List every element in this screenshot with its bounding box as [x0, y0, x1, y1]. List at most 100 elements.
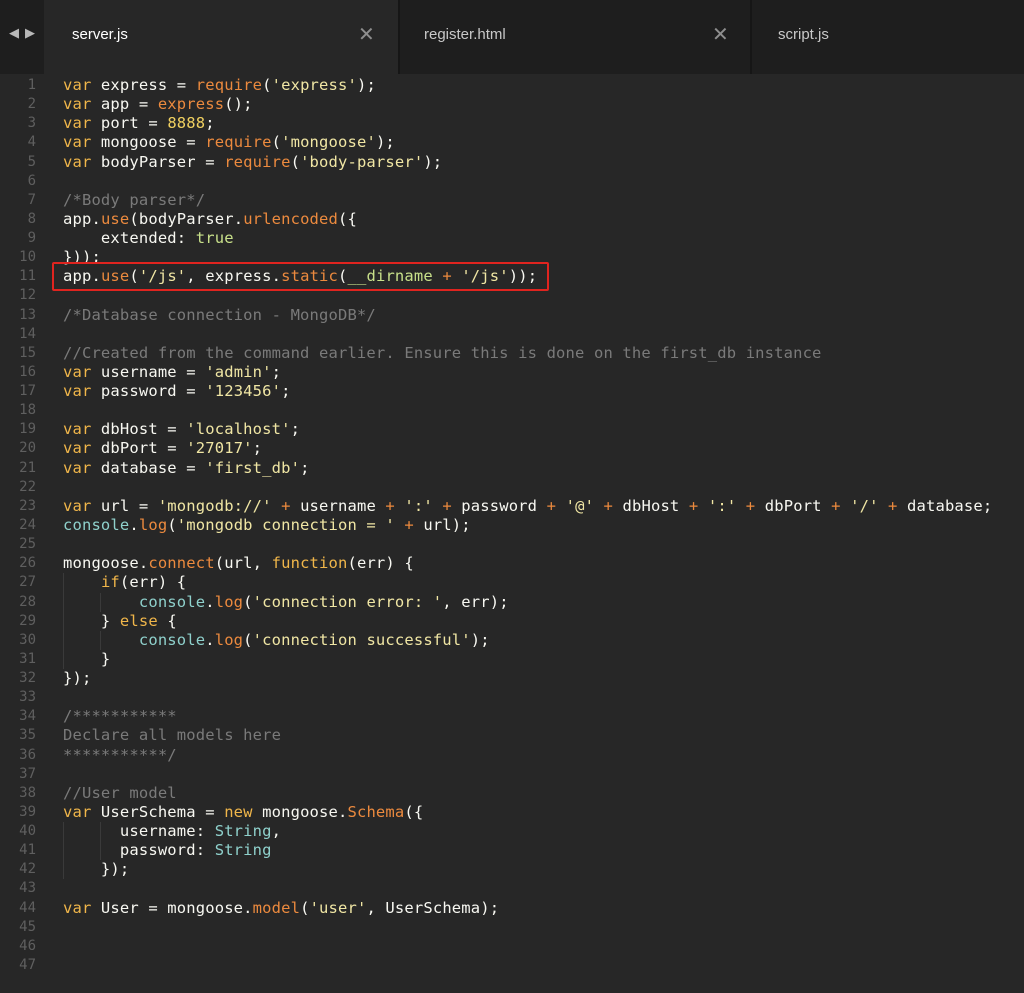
code-line[interactable]: 31 } [0, 650, 1024, 669]
line-number: 26 [19, 555, 36, 572]
code-line[interactable]: 22 [0, 478, 1024, 497]
code-line[interactable]: 30 console.log('connection successful'); [0, 631, 1024, 650]
code-line[interactable]: 7 /*Body parser*/ [0, 191, 1024, 210]
tab-label: register.html [424, 26, 506, 43]
code-line[interactable]: 41 password: String [0, 841, 1024, 860]
line-number: 37 [19, 765, 36, 782]
code-text: var app = express(); [63, 95, 253, 114]
indent-guide [63, 822, 64, 880]
line-number: 47 [19, 956, 36, 973]
line-number: 14 [19, 325, 36, 342]
code-line[interactable]: 16 var username = 'admin'; [0, 363, 1024, 382]
code-line[interactable]: 19 var dbHost = 'localhost'; [0, 420, 1024, 439]
line-number: 32 [19, 670, 36, 687]
code-line[interactable]: 20 var dbPort = '27017'; [0, 439, 1024, 458]
tab-register-html[interactable]: register.html ✕ [400, 0, 750, 74]
code-line[interactable]: 27 if(err) { [0, 573, 1024, 592]
line-number: 9 [27, 230, 36, 247]
line-number: 34 [19, 708, 36, 725]
code-line[interactable]: 21 var database = 'first_db'; [0, 459, 1024, 478]
code-text: ***********/ [63, 745, 177, 764]
code-line[interactable]: 32}); [0, 669, 1024, 688]
code-line[interactable]: 26 mongoose.connect(url, function(err) { [0, 554, 1024, 573]
code-text: console.log('connection error: ', err); [138, 592, 509, 611]
code-line[interactable]: 33 [0, 688, 1024, 707]
code-line[interactable]: 6 [0, 172, 1024, 191]
code-line[interactable]: 24 console.log('mongodb connection = ' + … [0, 516, 1024, 535]
close-icon[interactable]: ✕ [358, 23, 375, 45]
line-number: 11 [19, 268, 36, 285]
line-number: 15 [19, 344, 36, 361]
code-line[interactable]: 47 [0, 956, 1024, 975]
code-line[interactable]: 44 var User = mongoose.model('user', User… [0, 899, 1024, 918]
line-number: 28 [19, 593, 36, 610]
line-number: 38 [19, 784, 36, 801]
code-line[interactable]: 38 //User model [0, 784, 1024, 803]
tab-server-js[interactable]: server.js ✕ [44, 0, 398, 74]
line-number: 16 [19, 363, 36, 380]
code-line[interactable]: 14 [0, 325, 1024, 344]
line-number: 1 [27, 77, 36, 93]
line-number: 21 [19, 459, 36, 476]
code-line[interactable]: 3 var port = 8888; [0, 114, 1024, 133]
code-text: /*Database connection - MongoDB*/ [63, 305, 376, 324]
code-line[interactable]: 4 var mongoose = require('mongoose'); [0, 133, 1024, 152]
line-number: 7 [27, 191, 36, 208]
tab-script-js[interactable]: script.js [752, 0, 1024, 74]
line-number: 18 [19, 402, 36, 419]
line-number: 46 [19, 937, 36, 954]
tab-back-icon[interactable]: ◀ [9, 26, 19, 42]
code-text: //User model [63, 783, 177, 802]
code-line[interactable]: 40 username: String, [0, 822, 1024, 841]
code-line[interactable]: 13 /*Database connection - MongoDB*/ [0, 306, 1024, 325]
line-number: 31 [19, 650, 36, 667]
code-text: var dbHost = 'localhost'; [63, 420, 301, 439]
line-number: 33 [19, 689, 36, 706]
code-line[interactable]: 8 app.use(bodyParser.urlencoded({ [0, 210, 1024, 229]
line-number: 25 [19, 536, 36, 553]
code-line[interactable]: 5 var bodyParser = require('body-parser')… [0, 153, 1024, 172]
code-line[interactable]: 39 var UserSchema = new mongoose.Schema({ [0, 803, 1024, 822]
line-number: 8 [27, 210, 36, 227]
code-line[interactable]: 23 var url = 'mongodb://' + username + ':… [0, 497, 1024, 516]
code-line[interactable]: 34 /*********** [0, 707, 1024, 726]
code-line[interactable]: 45 [0, 918, 1024, 937]
line-number: 27 [19, 574, 36, 591]
code-text: } [63, 649, 111, 668]
code-line[interactable]: 36 ***********/ [0, 746, 1024, 765]
line-number: 30 [19, 631, 36, 648]
code-text: var database = 'first_db'; [63, 458, 310, 477]
code-text: var username = 'admin'; [63, 362, 282, 381]
code-text: app.use(bodyParser.urlencoded({ [63, 209, 357, 228]
code-line[interactable]: 46 [0, 937, 1024, 956]
code-text: var dbPort = '27017'; [63, 439, 263, 458]
tab-bar: ◀ ▶ server.js ✕ register.html ✕ script.j… [0, 0, 1024, 74]
code-line[interactable]: 2 var app = express(); [0, 95, 1024, 114]
tab-forward-icon[interactable]: ▶ [25, 26, 35, 42]
line-number: 42 [19, 861, 36, 878]
code-line[interactable]: 25 [0, 535, 1024, 554]
indent-guide [100, 822, 101, 861]
code-text: }); [63, 669, 92, 688]
code-line[interactable]: 15 //Created from the command earlier. En… [0, 344, 1024, 363]
code-line[interactable]: 9 extended: true [0, 229, 1024, 248]
line-number: 13 [19, 306, 36, 323]
code-line[interactable]: 28 console.log('connection error: ', err… [0, 593, 1024, 612]
code-line[interactable]: 43 [0, 879, 1024, 898]
line-number: 17 [19, 383, 36, 400]
code-text: } else { [63, 611, 177, 630]
code-editor[interactable]: 1 var express = require('express'); 2 var a… [0, 74, 1024, 993]
close-icon[interactable]: ✕ [712, 23, 729, 45]
code-line[interactable]: 35 Declare all models here [0, 726, 1024, 745]
code-line[interactable]: 1 var express = require('express'); [0, 76, 1024, 95]
line-number: 20 [19, 440, 36, 457]
code-line[interactable]: 18 [0, 401, 1024, 420]
code-line[interactable]: 37 [0, 765, 1024, 784]
code-line[interactable]: 17 var password = '123456'; [0, 382, 1024, 401]
code-text: if(err) { [100, 573, 187, 592]
tab-navigation: ◀ ▶ [0, 0, 44, 74]
code-line[interactable]: 42 }); [0, 860, 1024, 879]
code-text: var mongoose = require('mongoose'); [63, 133, 395, 152]
code-line[interactable]: 29 } else { [0, 612, 1024, 631]
code-text: Declare all models here [63, 726, 282, 745]
